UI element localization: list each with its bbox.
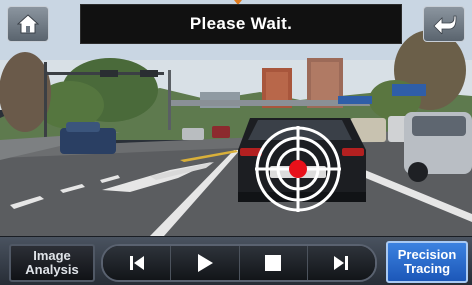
playback-controls	[101, 244, 377, 282]
play-icon	[197, 254, 213, 272]
skip-next-icon	[334, 256, 349, 270]
control-bar: Image Analysis Precision Tracing	[0, 236, 472, 285]
back-arrow-icon	[433, 15, 457, 34]
back-button[interactable]	[423, 6, 465, 42]
status-message: Please Wait.	[189, 14, 293, 33]
home-button[interactable]	[7, 6, 49, 42]
dashcam-player: Please Wait. Image Analysis Precision Tr…	[0, 0, 472, 285]
stop-icon	[265, 255, 282, 271]
stop-button[interactable]	[239, 246, 308, 280]
precision-tracing-label-line2: Tracing	[403, 261, 451, 276]
image-analysis-label-line1: Image	[33, 248, 71, 263]
image-analysis-button[interactable]: Image Analysis	[9, 244, 95, 282]
precision-tracing-button[interactable]: Precision Tracing	[386, 241, 468, 283]
status-banner: Please Wait.	[80, 4, 402, 44]
play-button[interactable]	[171, 246, 240, 280]
image-analysis-label-line2: Analysis	[25, 262, 79, 277]
precision-tracing-label-line1: Precision	[397, 247, 457, 262]
skip-previous-button[interactable]	[103, 246, 172, 280]
skip-previous-icon	[129, 256, 144, 270]
home-icon	[17, 14, 39, 34]
skip-next-button[interactable]	[307, 246, 375, 280]
